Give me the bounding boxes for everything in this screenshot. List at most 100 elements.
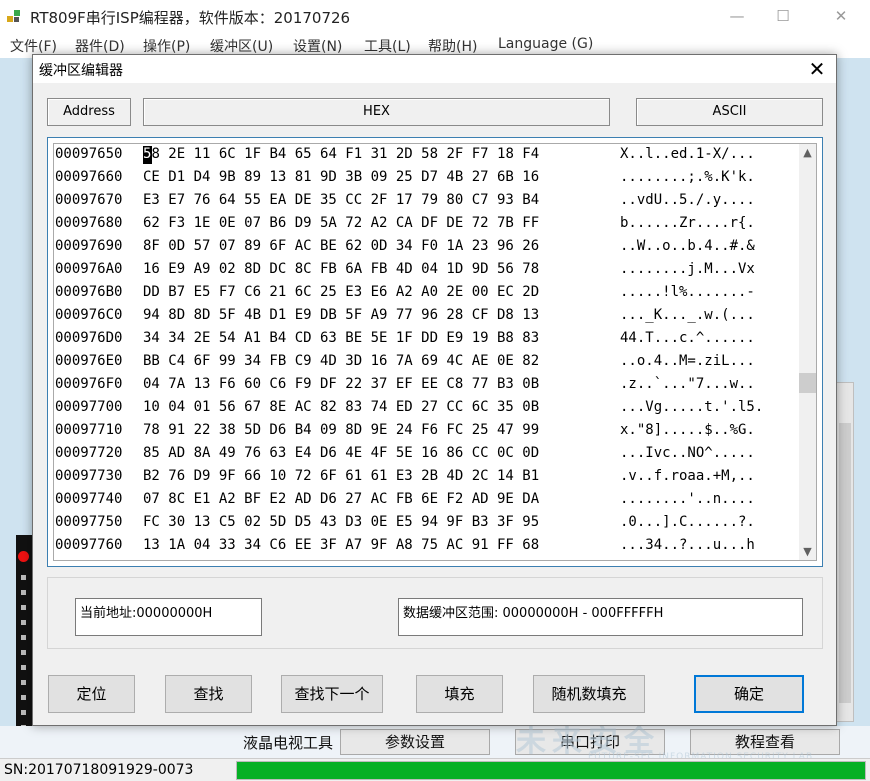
hex-editor-frame: 00097650 58 2E 11 6C 1F B4 65 64 F1 31 2D… [47, 137, 823, 567]
hex-row-ascii[interactable]: .0...].C......?. [620, 514, 755, 530]
main-titlebar: RT809F串行ISP编程器，软件版本：20170726 — ☐ ✕ [0, 0, 870, 32]
hex-row-address: 00097670 [55, 192, 123, 208]
menu-tools[interactable]: 工具(L) [364, 36, 411, 56]
hex-row-ascii[interactable]: ..._K..._.w.(... [620, 307, 755, 323]
locate-button[interactable]: 定位 [48, 675, 135, 713]
hex-row-address: 000976E0 [55, 353, 123, 369]
find-next-button[interactable]: 查找下一个 [281, 675, 383, 713]
maximize-icon[interactable]: ☐ [760, 0, 806, 32]
hex-row-bytes[interactable]: 62 F3 1E 0E 07 B6 D9 5A 72 A2 CA DF DE 7… [143, 215, 539, 231]
hex-header: HEX [143, 98, 610, 126]
buffer-range-field: 数据缓冲区范围: 00000000H - 000FFFFFH [398, 598, 803, 636]
hex-row-ascii[interactable]: ........;.%.K'k. [620, 169, 755, 185]
hex-row-bytes[interactable]: 34 34 2E 54 A1 B4 CD 63 BE 5E 1F DD E9 1… [143, 330, 539, 346]
hex-row-ascii[interactable]: ..W..o..b.4..#.& [620, 238, 755, 254]
hex-row-ascii[interactable]: ..vdU..5./.y.... [620, 192, 755, 208]
hex-row-bytes[interactable]: 07 8C E1 A2 BF E2 AD D6 27 AC FB 6E F2 A… [143, 491, 539, 507]
menu-operation[interactable]: 操作(P) [143, 36, 190, 56]
led-icon [21, 680, 26, 685]
close-icon[interactable]: ✕ [818, 0, 864, 32]
find-button[interactable]: 查找 [165, 675, 252, 713]
hex-row-address: 000976A0 [55, 261, 123, 277]
led-icon [21, 710, 26, 715]
hex-row-bytes[interactable]: 8F 0D 57 07 89 6F AC BE 62 0D 34 F0 1A 2… [143, 238, 539, 254]
hex-row-ascii[interactable]: ...Vg.....t.'.l5. [620, 399, 763, 415]
hex-scrollbar[interactable]: ▲ ▼ [799, 144, 816, 560]
hex-row-bytes[interactable]: 13 1A 04 33 34 C6 EE 3F A7 9F A8 75 AC 9… [143, 537, 539, 553]
hex-row-address: 00097710 [55, 422, 123, 438]
hex-row-bytes[interactable]: BB C4 6F 99 34 FB C9 4D 3D 16 7A 69 4C A… [143, 353, 539, 369]
hex-row-ascii[interactable]: ...34..?...u...h [620, 537, 755, 553]
hex-row-ascii[interactable]: ..(-mvF....r..". [620, 560, 755, 561]
dialog-title: 缓冲区编辑器 [39, 63, 123, 79]
hex-row-bytes[interactable]: CE D1 D4 9B 89 13 81 9D 3B 09 25 D7 4B 2… [143, 169, 539, 185]
current-address-field: 当前地址:00000000H [75, 598, 262, 636]
menu-device[interactable]: 器件(D) [75, 36, 125, 56]
hex-row-ascii[interactable]: x."8].....$..%G. [620, 422, 755, 438]
hex-row-address: 00097740 [55, 491, 123, 507]
led-icon [21, 605, 26, 610]
menu-help[interactable]: 帮助(H) [428, 36, 477, 56]
menu-language[interactable]: Language (G) [498, 36, 593, 52]
hex-row-ascii[interactable]: ..o.4..M=.ziL... [620, 353, 755, 369]
hex-row-bytes[interactable]: 16 E9 A9 02 8D DC 8C FB 6A FB 4D 04 1D 9… [143, 261, 539, 277]
log-scrollbar-thumb[interactable] [839, 423, 851, 703]
ok-button[interactable]: 确定 [694, 675, 804, 713]
hex-row-ascii[interactable]: .....!l%.......- [620, 284, 755, 300]
statusbar: SN:20170718091929-0073 [0, 758, 870, 781]
close-icon[interactable]: ✕ [799, 55, 835, 83]
led-icon [21, 590, 26, 595]
led-icon [21, 665, 26, 670]
hex-row-bytes[interactable]: 85 AD 8A 49 76 63 E4 D6 4E 4F 5E 16 86 C… [143, 445, 539, 461]
main-window: RT809F串行ISP编程器，软件版本：20170726 — ☐ ✕ 文件(F)… [0, 0, 870, 781]
hex-row-address: 00097690 [55, 238, 123, 254]
hex-row-ascii[interactable]: ...Ivc..NO^..... [620, 445, 755, 461]
random-fill-button[interactable]: 随机数填充 [533, 675, 645, 713]
hex-row-address: 000976D0 [55, 330, 123, 346]
led-icon [21, 620, 26, 625]
minimize-icon[interactable]: — [714, 0, 760, 32]
hex-row-ascii[interactable]: .z..`..."7...w.. [620, 376, 755, 392]
hex-row-ascii[interactable]: ........j.M...Vx [620, 261, 755, 277]
red-led-icon [18, 551, 29, 562]
hex-row-address: 00097660 [55, 169, 123, 185]
hex-row-address: 00097750 [55, 514, 123, 530]
led-icon [21, 650, 26, 655]
hex-row-ascii[interactable]: X..l..ed.1-X/... [620, 146, 755, 162]
hex-row-bytes[interactable]: 04 7A 13 F6 60 C6 F9 DF 22 37 EF EE C8 7… [143, 376, 539, 392]
hex-scrollbar-thumb[interactable] [799, 373, 816, 393]
led-icon [21, 575, 26, 580]
menu-settings[interactable]: 设置(N) [293, 36, 342, 56]
serial-number: SN:20170718091929-0073 [4, 762, 194, 778]
scroll-up-icon[interactable]: ▲ [799, 144, 816, 161]
progress-fill [237, 762, 865, 779]
hex-row-bytes[interactable]: 94 8D 8D 5F 4B D1 E9 DB 5F A9 77 96 28 C… [143, 307, 539, 323]
led-indicator-strip [16, 535, 32, 755]
log-scrollbar[interactable] [836, 382, 854, 722]
param-settings-button[interactable]: 参数设置 [340, 729, 490, 755]
menu-file[interactable]: 文件(F) [10, 36, 57, 56]
fill-button[interactable]: 填充 [416, 675, 503, 713]
hex-row-ascii[interactable]: .v..f.roaa.+M,.. [620, 468, 755, 484]
hex-row-ascii[interactable]: 44.T...c.^...... [620, 330, 755, 346]
hex-row-address: 000976C0 [55, 307, 123, 323]
hex-row-bytes[interactable]: 10 04 01 56 67 8E AC 82 83 74 ED 27 CC 6… [143, 399, 539, 415]
hex-row-bytes[interactable]: 58 2E 11 6C 1F B4 65 64 F1 31 2D 58 2F F… [143, 146, 539, 162]
dialog-titlebar: 缓冲区编辑器 ✕ [33, 55, 836, 83]
hex-row-ascii[interactable]: ........'..n.... [620, 491, 755, 507]
scroll-down-icon[interactable]: ▼ [799, 543, 816, 560]
menu-buffer[interactable]: 缓冲区(U) [210, 36, 273, 56]
address-header: Address [47, 98, 131, 126]
hex-row-address: 00097650 [55, 146, 123, 162]
hex-editor-view[interactable]: 00097650 58 2E 11 6C 1F B4 65 64 F1 31 2D… [53, 143, 817, 561]
hex-row-bytes[interactable]: 78 91 22 38 5D D6 B4 09 8D 9E 24 F6 FC 2… [143, 422, 539, 438]
hex-row-address: 00097720 [55, 445, 123, 461]
hex-row-bytes[interactable]: FC 30 13 C5 02 5D D5 43 D3 0E E5 94 9F B… [143, 514, 539, 530]
hex-row-bytes[interactable]: 01 F0 28 2D 6D 76 46 BB 8E C6 D3 72 B4 C… [143, 560, 539, 561]
app-icon [7, 10, 20, 22]
hex-row-bytes[interactable]: E3 E7 76 64 55 EA DE 35 CC 2F 17 79 80 C… [143, 192, 539, 208]
hex-row-ascii[interactable]: b......Zr....r{. [620, 215, 755, 231]
address-info-group: 当前地址:00000000H 数据缓冲区范围: 00000000H - 000F… [47, 577, 823, 649]
hex-row-bytes[interactable]: DD B7 E5 F7 C6 21 6C 25 E3 E6 A2 A0 2E 0… [143, 284, 539, 300]
hex-row-bytes[interactable]: B2 76 D9 9F 66 10 72 6F 61 61 E3 2B 4D 2… [143, 468, 539, 484]
